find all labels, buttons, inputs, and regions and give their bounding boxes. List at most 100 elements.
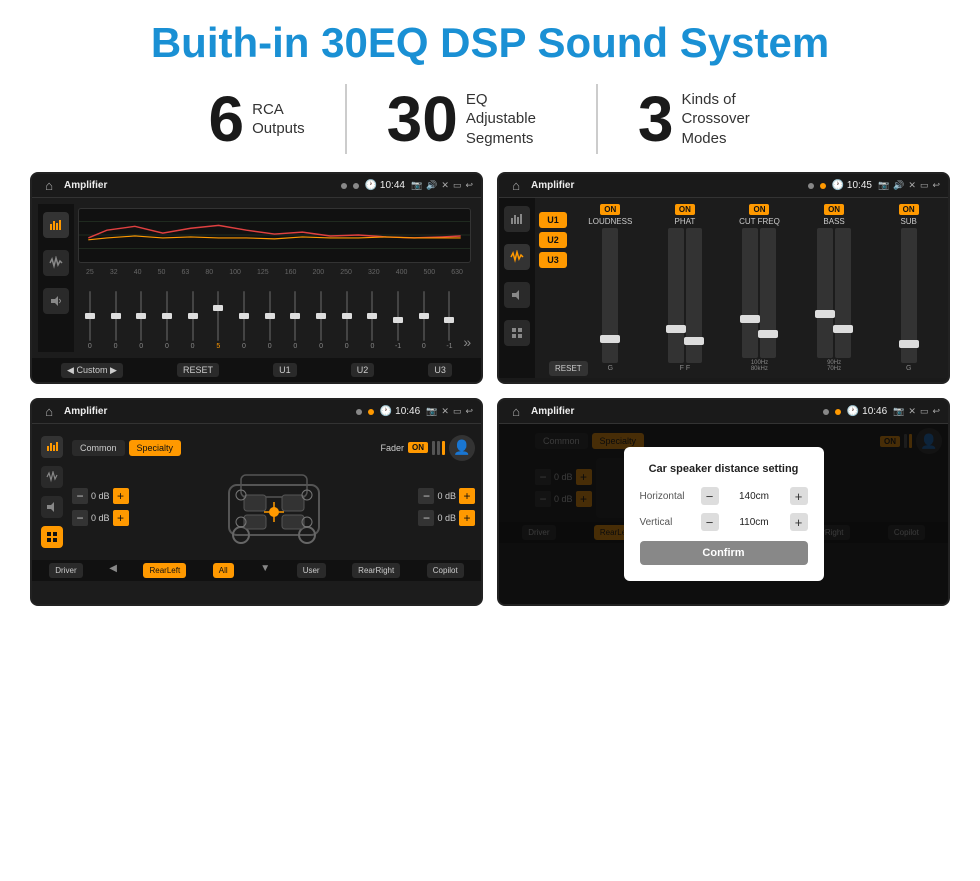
- dialog-horizontal-row: Horizontal − 140cm +: [640, 487, 808, 505]
- screen-content-1: 25 32 40 50 63 80 100 125 160 200 250 32…: [32, 198, 481, 358]
- stat-rca-label: RCAOutputs: [252, 100, 305, 139]
- close-icon-4: ✕: [908, 406, 916, 417]
- vertical-plus-btn[interactable]: +: [790, 513, 808, 531]
- db-control-fl: − 0 dB +: [72, 488, 129, 504]
- nav-vol-btn-2[interactable]: [504, 282, 530, 308]
- minus-fl[interactable]: −: [72, 488, 88, 504]
- horizontal-plus-btn[interactable]: +: [790, 487, 808, 505]
- plus-rr[interactable]: +: [459, 510, 475, 526]
- home-icon-3[interactable]: ⌂: [40, 403, 58, 421]
- nav-sp-vol[interactable]: [41, 496, 63, 518]
- stats-row: 6 RCAOutputs 30 EQ AdjustableSegments 3 …: [30, 84, 950, 154]
- eq-slider-9[interactable]: 0: [309, 291, 333, 350]
- eq-custom-btn[interactable]: ◀ Custom ▶: [61, 363, 123, 378]
- eq-slider-3[interactable]: 0: [155, 291, 179, 350]
- confirm-button[interactable]: Confirm: [640, 541, 808, 565]
- all-btn[interactable]: All: [213, 563, 234, 578]
- eq-slider-5[interactable]: 5: [206, 291, 230, 350]
- eq-slider-11[interactable]: 0: [361, 291, 385, 350]
- bass-slider-2[interactable]: [835, 228, 851, 358]
- eq-slider-14[interactable]: -1: [438, 291, 462, 350]
- nav-sp-btn[interactable]: [41, 436, 63, 458]
- eq-slider-13[interactable]: 0: [412, 291, 436, 350]
- home-icon-2[interactable]: ⌂: [507, 177, 525, 195]
- cutfreq-label: CUT FREQ: [739, 217, 780, 226]
- car-diagram: [133, 465, 415, 550]
- crossover-reset-btn[interactable]: RESET: [549, 361, 588, 376]
- nav-sp-wave[interactable]: [41, 466, 63, 488]
- phat-slider-1[interactable]: [668, 228, 684, 363]
- minus-rl[interactable]: −: [72, 510, 88, 526]
- speaker-bottom: Driver ◀ RearLeft All ▼ User RearRight C…: [32, 560, 481, 581]
- bass-on[interactable]: ON: [824, 204, 844, 215]
- bass-slider-1[interactable]: [817, 228, 833, 358]
- rearright-btn[interactable]: RearRight: [352, 563, 400, 578]
- u3-button[interactable]: U3: [539, 252, 567, 268]
- home-icon-4[interactable]: ⌂: [507, 403, 525, 421]
- nav-vol-btn[interactable]: [43, 288, 69, 314]
- eq-slider-1[interactable]: 0: [104, 291, 128, 350]
- cutfreq-slider-1[interactable]: [742, 228, 758, 358]
- eq-slider-7[interactable]: 0: [258, 291, 282, 350]
- cutfreq-slider-2[interactable]: [760, 228, 776, 358]
- cutfreq-on[interactable]: ON: [749, 204, 769, 215]
- phat-on[interactable]: ON: [675, 204, 695, 215]
- down-arrow[interactable]: ▼: [260, 563, 270, 578]
- loudness-slider[interactable]: [602, 228, 618, 363]
- eq-slider-10[interactable]: 0: [335, 291, 359, 350]
- back-icon-1: ↩: [465, 180, 473, 191]
- phat-slider-2[interactable]: [686, 228, 702, 363]
- eq-slider-4[interactable]: 0: [181, 291, 205, 350]
- plus-fl[interactable]: +: [113, 488, 129, 504]
- eq-slider-0[interactable]: 0: [78, 291, 102, 350]
- eq-u2-btn[interactable]: U2: [351, 363, 375, 377]
- nav-eq-btn-2[interactable]: [504, 206, 530, 232]
- nav-eq-btn[interactable]: [43, 212, 69, 238]
- stat-eq-number: 30: [387, 87, 458, 151]
- copilot-btn-3[interactable]: Copilot: [427, 563, 464, 578]
- screen-content-4: Common Specialty ON 👤: [499, 424, 948, 604]
- db-control-fr: − 0 dB +: [418, 488, 475, 504]
- rearleft-btn[interactable]: RearLeft: [143, 563, 186, 578]
- sub-on[interactable]: ON: [899, 204, 919, 215]
- nav-wave-btn[interactable]: [43, 250, 69, 276]
- eq-u3-btn[interactable]: U3: [428, 363, 452, 377]
- nav-pan-btn-2[interactable]: [504, 320, 530, 346]
- status-icons-3: 📷 ✕ ▭ ↩: [426, 406, 473, 417]
- loudness-on[interactable]: ON: [600, 204, 620, 215]
- horizontal-stepper: − 140cm +: [701, 487, 808, 505]
- horizontal-minus-btn[interactable]: −: [701, 487, 719, 505]
- crossover-controls: ON LOUDNESS G ON PHAT: [575, 204, 944, 372]
- sub-slider[interactable]: [901, 228, 917, 363]
- eq-u1-btn[interactable]: U1: [273, 363, 297, 377]
- driver-btn[interactable]: Driver: [49, 563, 82, 578]
- eq-slider-6[interactable]: 0: [232, 291, 256, 350]
- left-arrow[interactable]: ◀: [109, 563, 117, 578]
- specialty-tab[interactable]: Specialty: [129, 440, 182, 456]
- nav-cross-btn-2[interactable]: [504, 244, 530, 270]
- eq-forward-icon[interactable]: »: [463, 334, 471, 350]
- eq-slider-12[interactable]: -1: [386, 291, 410, 350]
- common-tab[interactable]: Common: [72, 440, 125, 456]
- minus-rr[interactable]: −: [418, 510, 434, 526]
- sub-value: G: [906, 365, 911, 372]
- db-rr-value: 0 dB: [437, 513, 456, 523]
- eq-slider-2[interactable]: 0: [129, 291, 153, 350]
- nav-sp-pan[interactable]: [41, 526, 63, 548]
- ctrl-loudness: ON LOUDNESS G: [575, 204, 646, 372]
- eq-slider-8[interactable]: 0: [284, 291, 308, 350]
- eq-reset-btn[interactable]: RESET: [177, 363, 219, 377]
- stat-crossover-label: Kinds ofCrossover Modes: [681, 90, 771, 149]
- u1-button[interactable]: U1: [539, 212, 567, 228]
- plus-rl[interactable]: +: [113, 510, 129, 526]
- home-icon-1[interactable]: ⌂: [40, 177, 58, 195]
- u2-button[interactable]: U2: [539, 232, 567, 248]
- plus-fr[interactable]: +: [459, 488, 475, 504]
- status-icons-2: 📷 🔊 ✕ ▭ ↩: [878, 180, 940, 191]
- status-time-2: 🕐 10:45: [832, 180, 872, 191]
- user-btn[interactable]: User: [297, 563, 326, 578]
- vertical-minus-btn[interactable]: −: [701, 513, 719, 531]
- minus-fr[interactable]: −: [418, 488, 434, 504]
- fader-on-badge[interactable]: ON: [408, 442, 428, 453]
- close-icon-3: ✕: [441, 406, 449, 417]
